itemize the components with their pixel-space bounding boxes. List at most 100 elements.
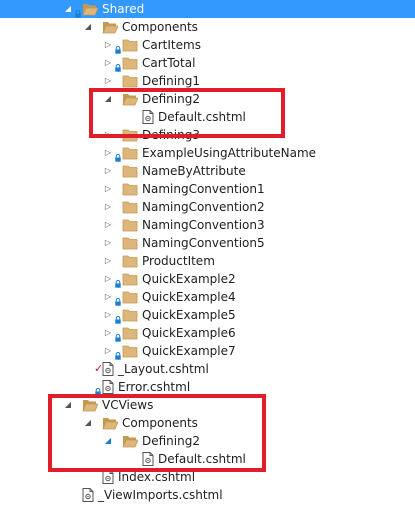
tree-file-item[interactable]: Index.cshtml — [0, 468, 415, 486]
tree-folder-item[interactable]: ▷ QuickExample4 — [0, 288, 415, 306]
tree-item-label: Error.cshtml — [118, 380, 191, 394]
tree-item-label: Default.cshtml — [158, 110, 246, 124]
lock-icon — [115, 59, 121, 72]
folder-icon — [122, 326, 138, 340]
expand-arrow-icon[interactable]: ▷ — [102, 72, 114, 90]
tree-folder-item[interactable]: ▷ NameByAttribute — [0, 162, 415, 180]
folder-open-icon — [82, 2, 99, 16]
expand-arrow-icon[interactable]: ▷ — [102, 306, 114, 324]
tree-folder-item[interactable]: ▷ QuickExample6 — [0, 324, 415, 342]
tree-folder-item[interactable]: ▷ QuickExample2 — [0, 270, 415, 288]
folder-icon — [122, 182, 138, 196]
folder-icon — [122, 56, 138, 70]
tree-file-item[interactable]: Default.cshtml — [0, 108, 415, 126]
tree-folder-item[interactable]: ◢ Components — [0, 414, 415, 432]
tree-item-label: Defining3 — [142, 128, 200, 142]
tree-item-label: Defining2 — [142, 92, 200, 106]
collapse-arrow-icon[interactable]: ◢ — [102, 432, 114, 450]
folder-open-icon — [102, 416, 119, 430]
tree-item-label: Components — [122, 20, 198, 34]
lock-icon — [115, 275, 121, 288]
tree-item-label: NamingConvention5 — [142, 236, 265, 250]
tree-folder-item[interactable]: ▷ ProductItem — [0, 252, 415, 270]
collapse-arrow-icon[interactable]: ◢ — [102, 90, 114, 108]
tree-folder-item[interactable]: ▷ CartItems — [0, 36, 415, 54]
folder-icon — [122, 146, 138, 160]
folder-icon — [122, 272, 138, 286]
tree-item-label: NamingConvention2 — [142, 200, 265, 214]
lock-icon — [75, 5, 81, 18]
folder-icon — [122, 308, 138, 322]
tree-item-label: Shared — [102, 2, 145, 16]
tree-item-label: _Layout.cshtml — [118, 362, 209, 376]
expand-arrow-icon[interactable]: ▷ — [102, 162, 114, 180]
expand-arrow-icon[interactable]: ▷ — [102, 288, 114, 306]
cshtml-file-icon — [82, 488, 98, 502]
tree-folder-item[interactable]: ▷ NamingConvention1 — [0, 180, 415, 198]
tree-file-item[interactable]: Error.cshtml — [0, 378, 415, 396]
tree-folder-item[interactable]: ▷ CartTotal — [0, 54, 415, 72]
tree-folder-item[interactable]: ▷ QuickExample5 — [0, 306, 415, 324]
tree-folder-item[interactable]: ▷ Defining1 — [0, 72, 415, 90]
lock-icon — [115, 149, 121, 162]
solution-explorer-tree[interactable]: ◢ Shared ◢ Components ▷ CartItems ▷ CartTotal ▷ D… — [0, 0, 415, 502]
tree-item-label: CartTotal — [142, 56, 196, 70]
expand-arrow-icon[interactable]: ▷ — [102, 180, 114, 198]
tree-item-label: CartItems — [142, 38, 201, 52]
expand-arrow-icon[interactable]: ▷ — [102, 36, 114, 54]
folder-icon — [122, 128, 138, 142]
lock-icon — [115, 347, 121, 360]
tree-folder-item[interactable]: ▷ NamingConvention3 — [0, 216, 415, 234]
lock-icon — [115, 311, 121, 324]
tree-file-item[interactable]: Default.cshtml — [0, 450, 415, 468]
tree-folder-item[interactable]: ◢ Shared — [0, 0, 415, 18]
collapse-arrow-icon[interactable]: ◢ — [82, 414, 94, 432]
folder-icon — [122, 218, 138, 232]
tree-file-item[interactable]: _ViewImports.cshtml — [0, 486, 415, 504]
tree-folder-item[interactable]: ◢ VCViews — [0, 396, 415, 414]
expand-arrow-icon[interactable]: ▷ — [102, 126, 114, 144]
tree-item-label: Defining2 — [142, 434, 200, 448]
collapse-arrow-icon[interactable]: ◢ — [62, 396, 74, 414]
folder-open-icon — [102, 20, 119, 34]
expand-arrow-icon[interactable]: ▷ — [102, 54, 114, 72]
expand-arrow-icon[interactable]: ▷ — [102, 324, 114, 342]
tree-folder-item[interactable]: ▷ NamingConvention2 — [0, 198, 415, 216]
folder-icon — [122, 38, 138, 52]
tree-file-item[interactable]: ✓ _Layout.cshtml — [0, 360, 415, 378]
expand-arrow-icon[interactable]: ▷ — [102, 144, 114, 162]
lock-icon — [95, 383, 101, 396]
expand-arrow-icon[interactable]: ▷ — [102, 252, 114, 270]
expand-arrow-icon[interactable]: ▷ — [102, 342, 114, 360]
expand-arrow-icon[interactable]: ▷ — [102, 198, 114, 216]
folder-icon — [122, 200, 138, 214]
tree-item-label: NameByAttribute — [142, 164, 246, 178]
tree-folder-item[interactable]: ◢ Defining2 — [0, 432, 415, 450]
lock-icon — [115, 41, 121, 54]
folder-icon — [122, 164, 138, 178]
tree-item-label: Components — [122, 416, 198, 430]
tree-item-label: ExampleUsingAttributeName — [142, 146, 317, 160]
folder-open-icon — [82, 398, 99, 412]
tree-folder-item[interactable]: ◢ Components — [0, 18, 415, 36]
tree-item-label: Index.cshtml — [118, 470, 196, 484]
expand-arrow-icon[interactable]: ▷ — [102, 270, 114, 288]
tree-item-label: Default.cshtml — [158, 452, 246, 466]
tree-folder-item[interactable]: ▷ NamingConvention5 — [0, 234, 415, 252]
tree-folder-item[interactable]: ▷ ExampleUsingAttributeName — [0, 144, 415, 162]
expand-arrow-icon[interactable]: ▷ — [102, 216, 114, 234]
collapse-arrow-icon[interactable]: ◢ — [62, 0, 74, 18]
pending-change-check-icon: ✓ — [94, 362, 104, 375]
tree-folder-item[interactable]: ◢ Defining2 — [0, 90, 415, 108]
folder-icon — [122, 236, 138, 250]
tree-folder-item[interactable]: ▷ QuickExample7 — [0, 342, 415, 360]
tree-item-label: QuickExample2 — [142, 272, 236, 286]
tree-item-label: VCViews — [102, 398, 154, 412]
lock-icon — [115, 293, 121, 306]
collapse-arrow-icon[interactable]: ◢ — [82, 18, 94, 36]
expand-arrow-icon[interactable]: ▷ — [102, 234, 114, 252]
tree-folder-item[interactable]: ▷ Defining3 — [0, 126, 415, 144]
folder-open-icon — [122, 434, 139, 448]
cshtml-file-icon — [102, 470, 118, 484]
cshtml-file-icon — [142, 452, 158, 466]
